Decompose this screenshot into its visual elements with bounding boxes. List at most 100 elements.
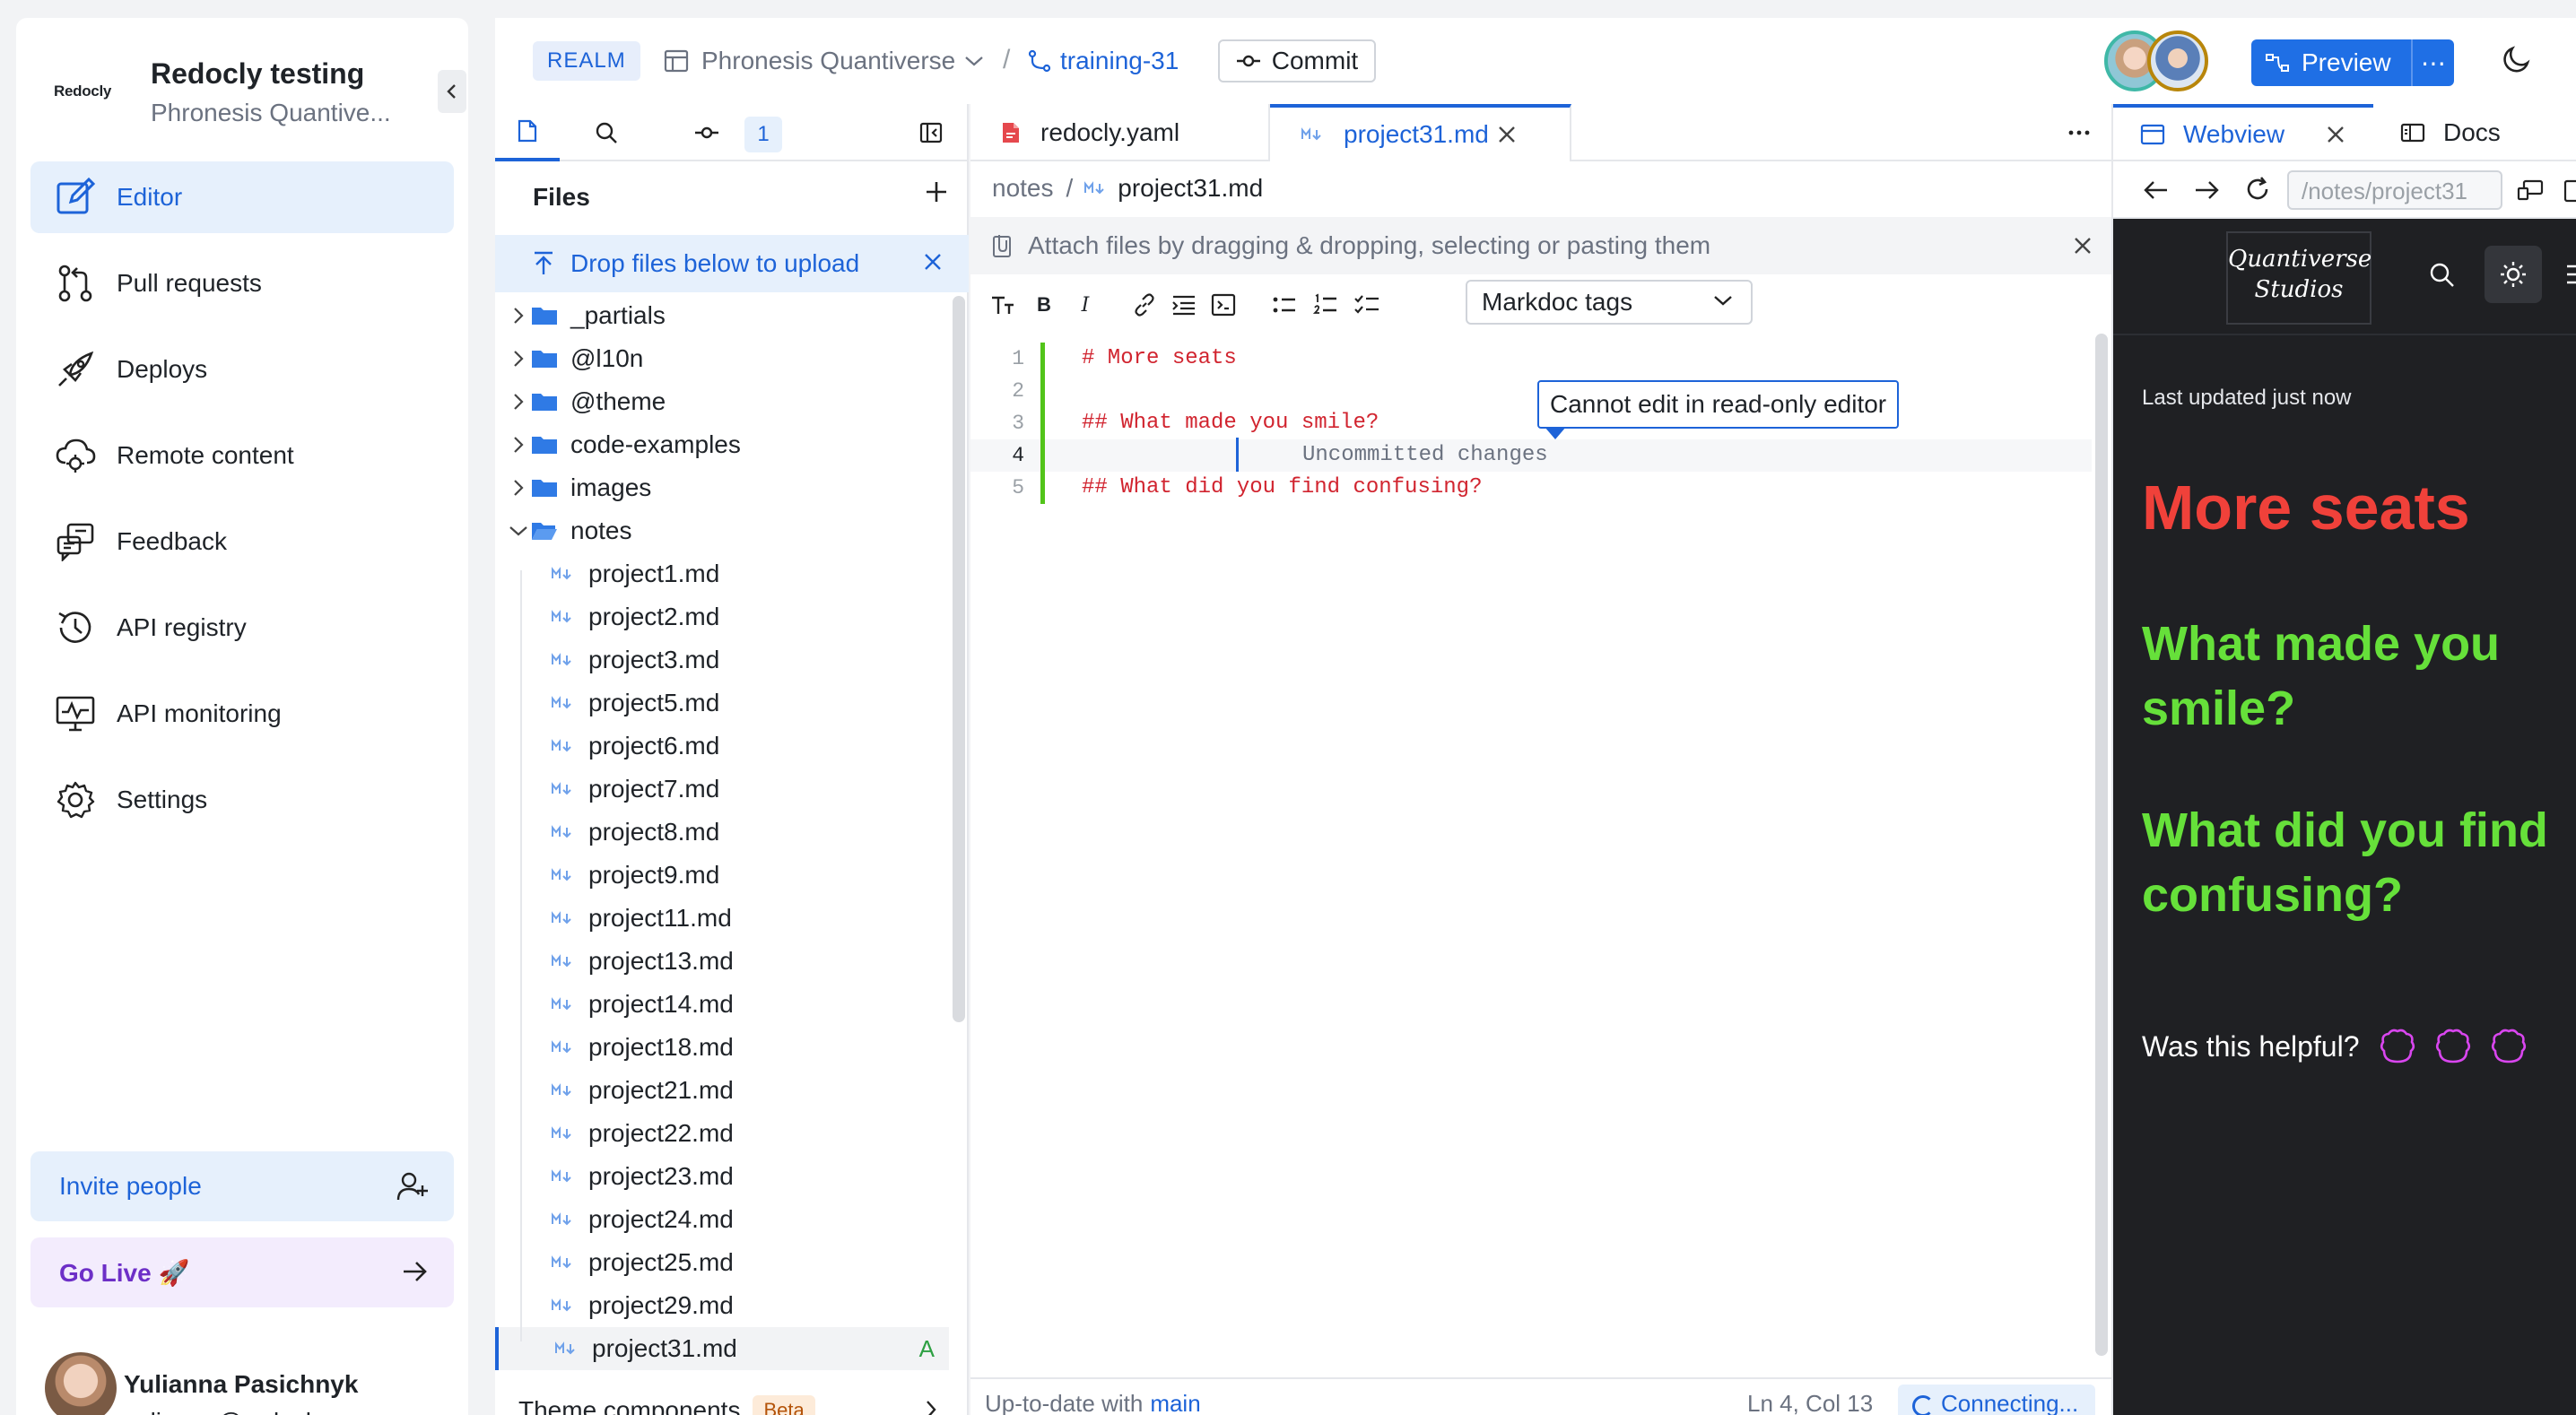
tree-folder[interactable]: @l10n — [495, 337, 949, 380]
bold-icon[interactable]: B — [1030, 291, 1058, 319]
tree-file[interactable]: project13.md — [495, 940, 949, 983]
flower-icon[interactable] — [2488, 1026, 2529, 1067]
close-icon[interactable] — [1496, 124, 1537, 145]
close-icon[interactable] — [2072, 235, 2093, 256]
tab-changes[interactable] — [671, 104, 743, 161]
text-cursor — [1236, 438, 1239, 472]
blockquote-icon[interactable] — [1170, 291, 1198, 319]
collaborator-avatar[interactable] — [2147, 30, 2208, 91]
plus-icon — [927, 182, 946, 202]
tree-file[interactable]: project23.md — [495, 1155, 949, 1198]
tree-file[interactable]: project1.md — [495, 552, 949, 595]
sidebar-item-settings[interactable]: Settings — [30, 764, 454, 836]
sun-icon[interactable] — [2485, 246, 2542, 303]
tree-item-label: project13.md — [588, 947, 734, 975]
tree-file[interactable]: project2.md — [495, 595, 949, 638]
more-options-icon[interactable] — [2067, 120, 2092, 145]
files-scrollbar[interactable] — [953, 296, 965, 1022]
tab-files[interactable] — [495, 104, 560, 161]
logo-line: Studios — [2254, 276, 2344, 303]
more-options-icon[interactable]: ⋯ — [2411, 39, 2454, 86]
branch-name: training-31 — [1060, 47, 1179, 74]
add-file-button[interactable] — [924, 179, 949, 204]
tree-file[interactable]: project18.md — [495, 1026, 949, 1069]
refresh-icon[interactable] — [2244, 176, 2271, 203]
tab-webview[interactable]: Webview — [2113, 104, 2373, 161]
project-selector[interactable]: Phronesis Quantiverse — [664, 41, 996, 81]
tree-file-selected[interactable]: project31.md A — [495, 1327, 949, 1370]
breadcrumb-separator: / — [1003, 45, 1011, 74]
sidebar-item-pull-requests[interactable]: Pull requests — [30, 247, 454, 319]
sidebar-item-api-registry[interactable]: API registry — [30, 592, 454, 664]
editor-scrollbar[interactable] — [2095, 334, 2108, 1356]
markdoc-tags-select[interactable]: Markdoc tags — [1466, 280, 1753, 325]
preview-url-input[interactable]: /notes/project31 — [2287, 170, 2502, 210]
responsive-view-icon[interactable] — [2517, 179, 2544, 201]
user-avatar[interactable] — [45, 1352, 117, 1415]
tree-file[interactable]: project8.md — [495, 811, 949, 854]
sidebar-item-feedback[interactable]: Feedback — [30, 506, 454, 577]
flower-icon[interactable] — [2377, 1026, 2418, 1067]
preview-button[interactable]: Preview ⋯ — [2251, 39, 2454, 86]
close-icon[interactable] — [2325, 124, 2364, 145]
markdown-icon — [551, 610, 574, 624]
device-icon[interactable] — [2563, 179, 2576, 203]
org-switcher[interactable]: Redocly Redocly testing Phronesis Quanti… — [36, 38, 466, 127]
tree-file[interactable]: project5.md — [495, 681, 949, 725]
link-icon[interactable] — [1130, 291, 1159, 319]
branch-selector[interactable]: training-31 — [1028, 41, 1179, 81]
tree-folder[interactable]: @theme — [495, 380, 949, 423]
code-block-icon[interactable] — [1209, 291, 1238, 319]
forward-arrow-icon[interactable] — [2194, 179, 2219, 201]
collapse-sidebar-button[interactable] — [438, 70, 466, 113]
close-icon[interactable] — [922, 251, 944, 273]
tree-file[interactable]: project25.md — [495, 1241, 949, 1284]
tree-folder-open[interactable]: notes — [495, 509, 949, 552]
back-arrow-icon[interactable] — [2144, 179, 2169, 201]
tree-folder[interactable]: images — [495, 466, 949, 509]
tree-file[interactable]: project14.md — [495, 983, 949, 1026]
chevron-right-icon[interactable] — [924, 1399, 938, 1415]
tree-file[interactable]: project11.md — [495, 897, 949, 940]
invite-people-button[interactable]: Invite people — [30, 1151, 454, 1221]
commit-icon — [695, 126, 718, 139]
invite-people-label: Invite people — [59, 1172, 202, 1200]
tree-file[interactable]: project9.md — [495, 854, 949, 897]
tab-docs[interactable]: Docs — [2400, 104, 2576, 161]
tree-file[interactable]: project22.md — [495, 1112, 949, 1155]
sidebar-item-api-monitoring[interactable]: API monitoring — [30, 678, 454, 750]
commit-button[interactable]: Commit — [1218, 39, 1376, 82]
text-size-icon[interactable] — [988, 291, 1017, 319]
tab-search[interactable] — [570, 104, 642, 161]
sidebar-item-deploys[interactable]: Deploys — [30, 334, 454, 405]
tree-folder[interactable]: _partials — [495, 294, 949, 337]
collapse-panel-button[interactable] — [904, 104, 958, 161]
tab-redocly-yaml[interactable]: redocly.yaml — [970, 104, 1270, 161]
tree-file[interactable]: project21.md — [495, 1069, 949, 1112]
tree-folder[interactable]: code-examples — [495, 423, 949, 466]
breadcrumb-folder[interactable]: notes — [992, 174, 1054, 203]
go-live-button[interactable]: Go Live 🚀 — [30, 1237, 454, 1307]
sidebar-item-remote-content[interactable]: Remote content — [30, 420, 454, 491]
go-live-label: Go Live 🚀 — [59, 1258, 190, 1287]
theme-components-section[interactable]: Theme components Beta — [518, 1395, 815, 1415]
tab-label: project31.md — [1344, 120, 1489, 148]
tree-file[interactable]: project24.md — [495, 1198, 949, 1241]
uncommitted-changes-hint: Uncommitted changes — [1302, 443, 1548, 467]
tree-file[interactable]: project29.md — [495, 1284, 949, 1327]
tree-file[interactable]: project7.md — [495, 768, 949, 811]
quantiverse-logo[interactable]: Quantiverse Studios — [2226, 231, 2371, 325]
tab-project31-md[interactable]: project31.md — [1270, 104, 1571, 161]
tree-file[interactable]: project3.md — [495, 638, 949, 681]
base-branch-link[interactable]: main — [1150, 1390, 1200, 1415]
bullet-list-icon[interactable] — [1270, 291, 1299, 319]
moon-icon[interactable] — [2501, 43, 2533, 75]
search-icon[interactable] — [2429, 262, 2456, 289]
flower-icon[interactable] — [2432, 1026, 2474, 1067]
tree-file[interactable]: project6.md — [495, 725, 949, 768]
numbered-list-icon[interactable] — [1311, 291, 1340, 319]
sidebar-item-editor[interactable]: Editor — [30, 161, 454, 233]
italic-icon[interactable]: I — [1071, 291, 1100, 319]
task-list-icon[interactable] — [1353, 291, 1381, 319]
menu-icon[interactable] — [2565, 262, 2576, 287]
